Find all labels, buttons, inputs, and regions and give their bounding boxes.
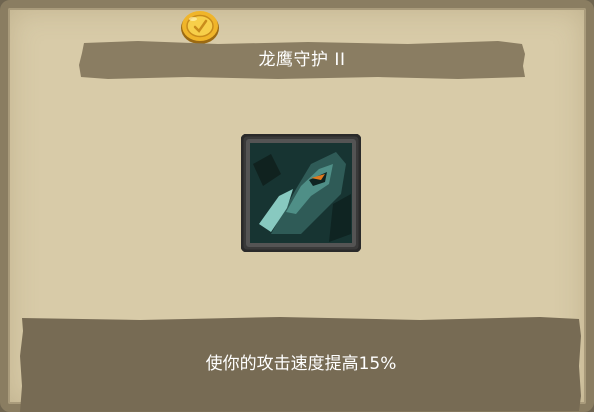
skill-description: 使你的攻击速度提高15% xyxy=(205,354,397,374)
dragon-hawk-icon xyxy=(241,134,361,252)
skill-title: 龙鹰守护 II xyxy=(258,50,346,70)
